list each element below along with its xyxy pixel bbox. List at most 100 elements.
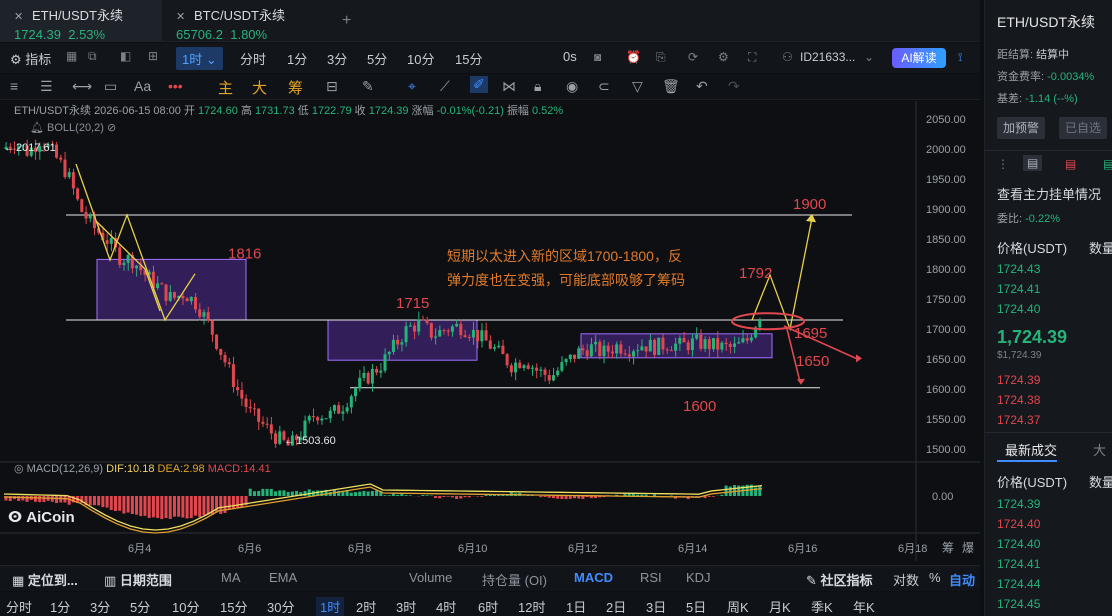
compare-icon[interactable]: ⧉ — [88, 49, 97, 64]
timeframe-17[interactable]: 周K — [727, 597, 749, 616]
filter-icon[interactable]: ▽ — [632, 78, 643, 95]
magnet-icon[interactable]: ⊂ — [598, 78, 610, 95]
timeframe-0[interactable]: 分时 — [6, 597, 32, 616]
timeframe-5[interactable]: 15分 — [220, 597, 247, 616]
orderbook-view-icon[interactable]: ⋮ — [997, 157, 1009, 171]
interval-3m[interactable]: 3分 — [327, 49, 347, 68]
orderbook-both-icon[interactable]: ▤ — [1023, 155, 1043, 171]
bid-row[interactable]: 1724.43 — [997, 262, 1040, 276]
trade-row[interactable]: 1724.39 — [997, 497, 1040, 511]
rect-icon[interactable]: ▭ — [104, 78, 117, 95]
locate-button[interactable]: ▦ 定位到... — [12, 570, 78, 589]
timeframe-1[interactable]: 1分 — [50, 597, 70, 616]
pattern-icon[interactable]: ⋈ — [502, 78, 516, 95]
timeframe-7[interactable]: 1时 — [316, 597, 345, 616]
favorited-button[interactable]: 已自选 — [1059, 117, 1107, 139]
eye-off-icon[interactable]: ⊘ — [107, 122, 116, 134]
add-tab-icon[interactable]: + — [342, 12, 351, 30]
toggle-icon[interactable]: ◧ — [120, 49, 131, 63]
grid-icon[interactable]: ⊞ — [148, 49, 158, 63]
price-chart[interactable]: 2050.00 2000.00 1950.00 1900.00 1850.00 1800.… — [0, 101, 980, 561]
percent-toggle[interactable]: % — [929, 570, 941, 585]
interval-1m[interactable]: 1分 — [287, 49, 307, 68]
line-icon[interactable]: ⟷ — [72, 78, 92, 95]
camera-icon[interactable]: ◙ — [594, 50, 601, 64]
alarm-icon[interactable]: ⏰ — [626, 50, 641, 64]
tab-eth[interactable]: ✕ ETH/USDT永续 1724.39 2.53% — [0, 0, 162, 42]
undo-icon[interactable]: ↶ — [696, 78, 708, 95]
fullscreen-icon[interactable]: ⛶ — [748, 50, 756, 65]
layout-icon[interactable]: ▦ — [66, 49, 77, 63]
ask-row[interactable]: 1724.38 — [997, 393, 1040, 407]
timeframe-15[interactable]: 3日 — [646, 597, 666, 616]
tool-big[interactable]: 大 — [252, 77, 267, 98]
redo-icon[interactable]: ↷ — [728, 78, 740, 95]
reload-icon[interactable]: ⟳ — [688, 50, 698, 64]
seconds-label[interactable]: 0s — [563, 49, 577, 64]
settings-icon[interactable]: ⚙ — [718, 50, 729, 64]
pen-icon[interactable]: ✎ — [362, 78, 374, 95]
trash-icon[interactable]: 🗑︎ — [662, 78, 680, 95]
dots-icon[interactable]: ••• — [168, 78, 183, 94]
timeframe-13[interactable]: 1日 — [566, 597, 586, 616]
bid-row[interactable]: 1724.40 — [997, 302, 1040, 316]
text-icon[interactable]: Aa — [134, 78, 151, 94]
add-alert-button[interactable]: 加预警 — [997, 117, 1045, 139]
tab-btc[interactable]: ✕ BTC/USDT永续 65706.2 1.80% — [162, 0, 332, 42]
interval-selector[interactable]: 1时 ⌄ — [176, 47, 223, 70]
indicator-button[interactable]: ⚙ 指标 — [10, 49, 51, 68]
timeframe-20[interactable]: 年K — [853, 597, 875, 616]
account-id[interactable]: ID21633... — [800, 50, 855, 64]
calc-icon[interactable]: ⊟ — [326, 78, 338, 95]
timeframe-11[interactable]: 6时 — [478, 597, 498, 616]
timeframe-14[interactable]: 2日 — [606, 597, 626, 616]
community-indicator-button[interactable]: ✎ 社区指标 — [806, 570, 873, 589]
timeframe-16[interactable]: 5日 — [686, 597, 706, 616]
chart-canvas[interactable]: 2050.00 2000.00 1950.00 1900.00 1850.00 1800.… — [0, 101, 980, 561]
indicator-ema[interactable]: EMA — [269, 570, 297, 585]
timeframe-2[interactable]: 3分 — [90, 597, 110, 616]
tab-large-trades[interactable]: 大 — [1093, 440, 1106, 459]
cursor-icon[interactable]: ⌖ — [408, 78, 416, 95]
orderbook-title[interactable]: 查看主力挂单情况 — [997, 184, 1101, 203]
indicator-rsi[interactable]: RSI — [640, 570, 662, 585]
interval-10m[interactable]: 10分 — [407, 49, 434, 68]
copy-icon[interactable]: ⎘ — [656, 50, 666, 65]
chevron-down-icon[interactable]: ⌄ — [864, 50, 874, 64]
indicator-volume[interactable]: Volume — [409, 570, 452, 585]
hline-icon[interactable]: ☰ — [40, 78, 53, 95]
tool-chips[interactable]: 筹 — [288, 77, 303, 98]
indicator-ma[interactable]: MA — [221, 570, 241, 585]
timeframe-19[interactable]: 季K — [811, 597, 833, 616]
lock-icon[interactable]: 🔒︎ — [534, 78, 541, 95]
timeframe-9[interactable]: 3时 — [396, 597, 416, 616]
timeframe-12[interactable]: 12时 — [518, 597, 545, 616]
close-icon[interactable]: ✕ — [176, 10, 186, 23]
date-range-button[interactable]: ▥ 日期范围 — [104, 570, 172, 589]
auto-toggle[interactable]: 自动 — [949, 570, 975, 589]
timeframe-4[interactable]: 10分 — [172, 597, 199, 616]
ai-interpret-button[interactable]: AI解读 — [892, 48, 946, 68]
bid-row[interactable]: 1724.41 — [997, 282, 1040, 296]
tool-main[interactable]: 主 — [218, 77, 233, 98]
brush-icon[interactable]: ✐ — [470, 76, 488, 93]
trade-row[interactable]: 1724.41 — [997, 557, 1040, 571]
ask-row[interactable]: 1724.37 — [997, 413, 1040, 427]
ask-row[interactable]: 1724.39 — [997, 373, 1040, 387]
indicator-kdj[interactable]: KDJ — [686, 570, 711, 585]
timeframe-10[interactable]: 4时 — [436, 597, 456, 616]
close-icon[interactable]: ✕ — [14, 10, 24, 23]
orderbook-ask-icon[interactable]: ▤ — [1065, 157, 1076, 171]
share-icon[interactable]: ⟟ — [958, 50, 962, 65]
interval-15m[interactable]: 15分 — [455, 49, 482, 68]
trade-row[interactable]: 1724.45 — [997, 597, 1040, 611]
macd-toggle-icon[interactable]: ◎ — [14, 463, 24, 475]
log-toggle[interactable]: 对数 — [893, 570, 919, 589]
orderbook-bid-icon[interactable]: ▤ — [1103, 157, 1112, 171]
trade-row[interactable]: 1724.44 — [997, 577, 1040, 591]
trade-row[interactable]: 1724.40 — [997, 537, 1040, 551]
interval-5m[interactable]: 5分 — [367, 49, 387, 68]
menu-icon[interactable]: ≡ — [10, 78, 18, 94]
timeframe-18[interactable]: 月K — [769, 597, 791, 616]
indicator-macd[interactable]: MACD — [574, 570, 613, 585]
